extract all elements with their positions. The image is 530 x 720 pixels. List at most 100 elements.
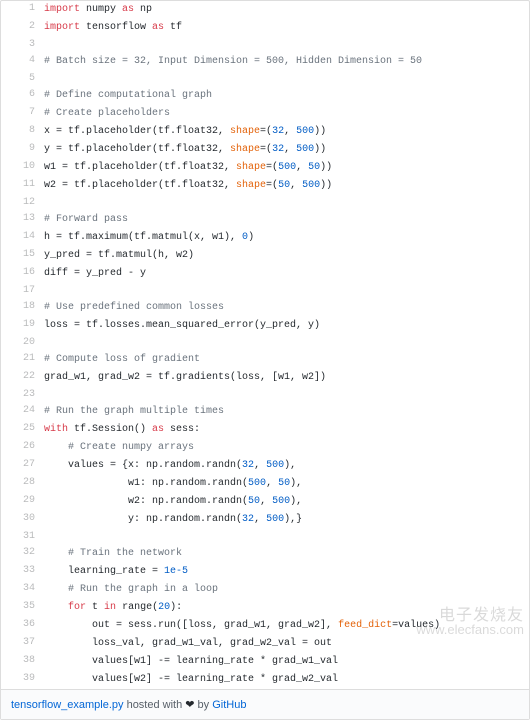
token-cm: # Run the graph in a loop — [68, 584, 218, 595]
line-number: 8 — [1, 123, 43, 141]
token — [44, 602, 68, 613]
token-kw: as — [152, 22, 164, 33]
token: values[w2] -= learning_rate * grad_w2_va… — [44, 674, 338, 685]
code-cell[interactable]: # Create placeholders — [43, 105, 529, 123]
code-cell[interactable]: y_pred = tf.matmul(h, w2) — [43, 247, 529, 265]
code-line: 12 — [1, 195, 529, 211]
code-cell[interactable]: learning_rate = 1e-5 — [43, 563, 529, 581]
token-num: 500 — [278, 162, 296, 173]
token: ): — [170, 602, 182, 613]
code-line: 13# Forward pass — [1, 211, 529, 229]
gist-host-link[interactable]: GitHub — [212, 699, 246, 711]
code-cell[interactable]: with tf.Session() as sess: — [43, 421, 529, 439]
line-number: 21 — [1, 351, 43, 369]
token: y = tf.placeholder(tf.float32, — [44, 144, 230, 155]
token: w2: np.random.randn( — [44, 496, 248, 507]
code-cell[interactable]: h = tf.maximum(tf.matmul(x, w1), 0) — [43, 229, 529, 247]
code-cell[interactable] — [43, 335, 529, 351]
token-str: shape — [236, 162, 266, 173]
code-cell[interactable]: values[w1] -= learning_rate * grad_w1_va… — [43, 653, 529, 671]
code-cell[interactable] — [43, 195, 529, 211]
token-str: shape — [230, 126, 260, 137]
code-cell[interactable]: w2: np.random.randn(50, 500), — [43, 493, 529, 511]
code-cell[interactable]: loss_val, grad_w1_val, grad_w2_val = out — [43, 635, 529, 653]
code-cell[interactable]: # Use predefined common losses — [43, 299, 529, 317]
code-cell[interactable]: diff = y_pred - y — [43, 265, 529, 283]
code-cell[interactable]: loss = tf.losses.mean_squared_error(y_pr… — [43, 317, 529, 335]
code-line: 26 # Create numpy arrays — [1, 439, 529, 457]
code-cell[interactable]: values[w2] -= learning_rate * grad_w2_va… — [43, 671, 529, 689]
line-number: 37 — [1, 635, 43, 653]
code-cell[interactable]: import tensorflow as tf — [43, 19, 529, 37]
token-cm: # Create numpy arrays — [68, 442, 194, 453]
code-cell[interactable]: values = {x: np.random.randn(32, 500), — [43, 457, 529, 475]
code-line: 16diff = y_pred - y — [1, 265, 529, 283]
code-cell[interactable]: # Train the network — [43, 545, 529, 563]
code-cell[interactable] — [43, 37, 529, 53]
token: y: np.random.randn( — [44, 514, 242, 525]
token: loss_val, grad_w1_val, grad_w2_val = out — [44, 638, 332, 649]
token: ) — [248, 232, 254, 243]
code-cell[interactable]: w1: np.random.randn(500, 50), — [43, 475, 529, 493]
code-line: 38 values[w1] -= learning_rate * grad_w1… — [1, 653, 529, 671]
code-cell[interactable]: grad_w1, grad_w2 = tf.gradients(loss, [w… — [43, 369, 529, 387]
line-number: 14 — [1, 229, 43, 247]
token: tf — [164, 22, 182, 33]
line-number: 12 — [1, 195, 43, 211]
code-cell[interactable]: for t in range(20): — [43, 599, 529, 617]
token: =( — [266, 162, 278, 173]
line-number: 7 — [1, 105, 43, 123]
code-cell[interactable]: import numpy as np — [43, 1, 529, 19]
code-cell[interactable] — [43, 387, 529, 403]
line-number: 6 — [1, 87, 43, 105]
token-str: shape — [236, 180, 266, 191]
token: =( — [266, 180, 278, 191]
token: w1: np.random.randn( — [44, 478, 248, 489]
line-number: 17 — [1, 283, 43, 299]
token-num: 1e-5 — [164, 566, 188, 577]
token-cm: # Create placeholders — [44, 108, 170, 119]
token: =( — [260, 144, 272, 155]
token-num: 500 — [296, 126, 314, 137]
code-cell[interactable]: y = tf.placeholder(tf.float32, shape=(32… — [43, 141, 529, 159]
code-cell[interactable]: # Compute loss of gradient — [43, 351, 529, 369]
token: w2 = tf.placeholder(tf.float32, — [44, 180, 236, 191]
code-cell[interactable]: x = tf.placeholder(tf.float32, shape=(32… — [43, 123, 529, 141]
token: numpy — [80, 4, 122, 15]
token-cm: # Forward pass — [44, 214, 128, 225]
code-cell[interactable]: # Run the graph multiple times — [43, 403, 529, 421]
code-line: 30 y: np.random.randn(32, 500),} — [1, 511, 529, 529]
code-table: 1import numpy as np2import tensorflow as… — [1, 1, 529, 689]
line-number: 38 — [1, 653, 43, 671]
code-cell[interactable] — [43, 283, 529, 299]
code-cell[interactable]: # Forward pass — [43, 211, 529, 229]
token-kw: with — [44, 424, 68, 435]
line-number: 35 — [1, 599, 43, 617]
token-num: 500 — [272, 496, 290, 507]
token-num: 50 — [278, 478, 290, 489]
gist-filename-link[interactable]: tensorflow_example.py — [11, 699, 124, 711]
token-str: feed_dict — [338, 620, 392, 631]
code-cell[interactable]: w2 = tf.placeholder(tf.float32, shape=(5… — [43, 177, 529, 195]
code-line: 29 w2: np.random.randn(50, 500), — [1, 493, 529, 511]
code-cell[interactable] — [43, 529, 529, 545]
code-cell[interactable] — [43, 71, 529, 87]
token: np — [134, 4, 152, 15]
code-cell[interactable]: # Run the graph in a loop — [43, 581, 529, 599]
token-num: 500 — [266, 460, 284, 471]
code-cell[interactable]: # Batch size = 32, Input Dimension = 500… — [43, 53, 529, 71]
code-line: 21# Compute loss of gradient — [1, 351, 529, 369]
token: , — [254, 460, 266, 471]
line-number: 26 — [1, 439, 43, 457]
token-kw: import — [44, 4, 80, 15]
line-number: 25 — [1, 421, 43, 439]
token: )) — [314, 126, 326, 137]
code-cell[interactable]: w1 = tf.placeholder(tf.float32, shape=(5… — [43, 159, 529, 177]
code-cell[interactable]: # Define computational graph — [43, 87, 529, 105]
code-cell[interactable]: # Create numpy arrays — [43, 439, 529, 457]
code-cell[interactable]: out = sess.run([loss, grad_w1, grad_w2],… — [43, 617, 529, 635]
token — [44, 584, 68, 595]
token: , — [260, 496, 272, 507]
code-cell[interactable]: y: np.random.randn(32, 500),} — [43, 511, 529, 529]
token-num: 50 — [248, 496, 260, 507]
